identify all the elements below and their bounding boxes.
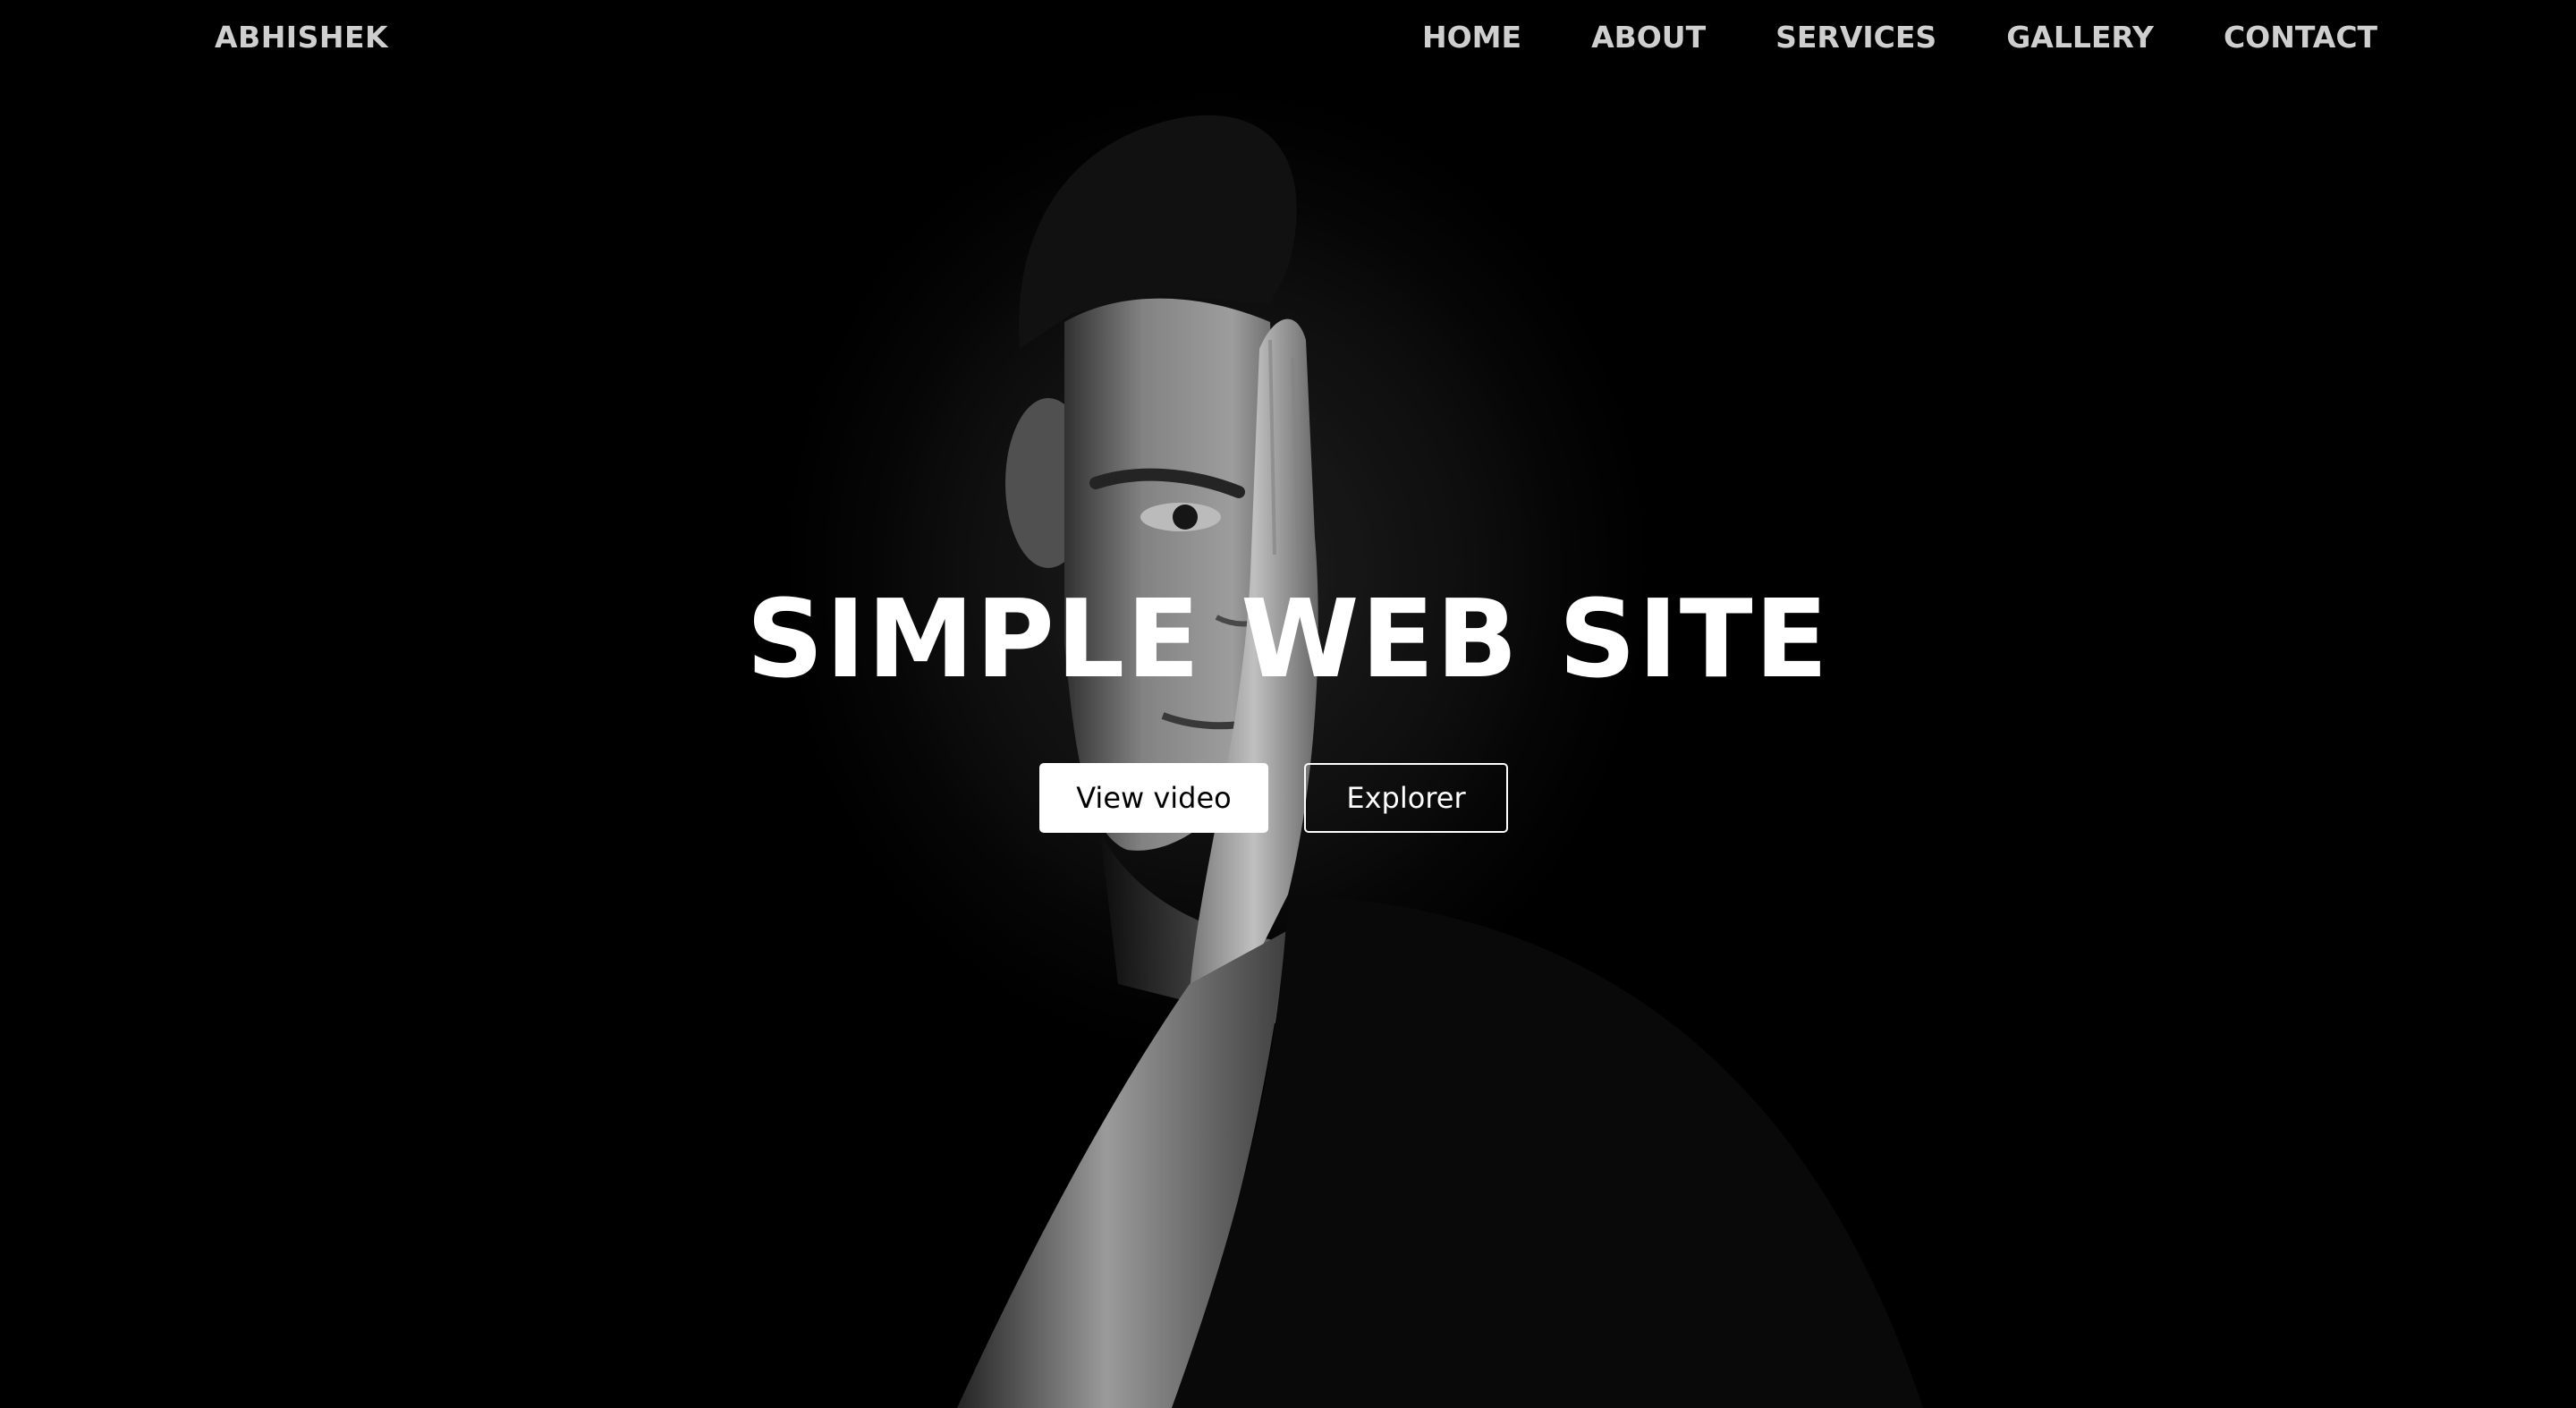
- nav-link-home[interactable]: HOME: [1422, 20, 1521, 55]
- nav-link-contact[interactable]: CONTACT: [2224, 20, 2377, 55]
- nav-item-about: ABOUT: [1591, 20, 1775, 55]
- explorer-button[interactable]: Explorer: [1304, 763, 1508, 833]
- hero-actions: View video Explorer: [1039, 763, 1508, 833]
- top-navbar: ABHISHEK HOME ABOUT SERVICES GALLERY CON…: [0, 0, 2576, 81]
- nav-item-services: SERVICES: [1775, 20, 2006, 55]
- nav-item-gallery: GALLERY: [2006, 20, 2224, 55]
- nav-item-contact: CONTACT: [2224, 20, 2377, 55]
- hero-title: SIMPLE WEB SITE: [746, 578, 1830, 702]
- nav-link-about[interactable]: ABOUT: [1591, 20, 1706, 55]
- nav-item-home: HOME: [1422, 20, 1591, 55]
- brand-logo-link[interactable]: ABHISHEK: [215, 20, 388, 55]
- nav-link-gallery[interactable]: GALLERY: [2006, 20, 2154, 55]
- nav-menu: HOME ABOUT SERVICES GALLERY CONTACT: [1422, 20, 2377, 55]
- hero-background-image: [0, 0, 2576, 1408]
- view-video-button[interactable]: View video: [1039, 763, 1268, 833]
- nav-link-services[interactable]: SERVICES: [1775, 20, 1936, 55]
